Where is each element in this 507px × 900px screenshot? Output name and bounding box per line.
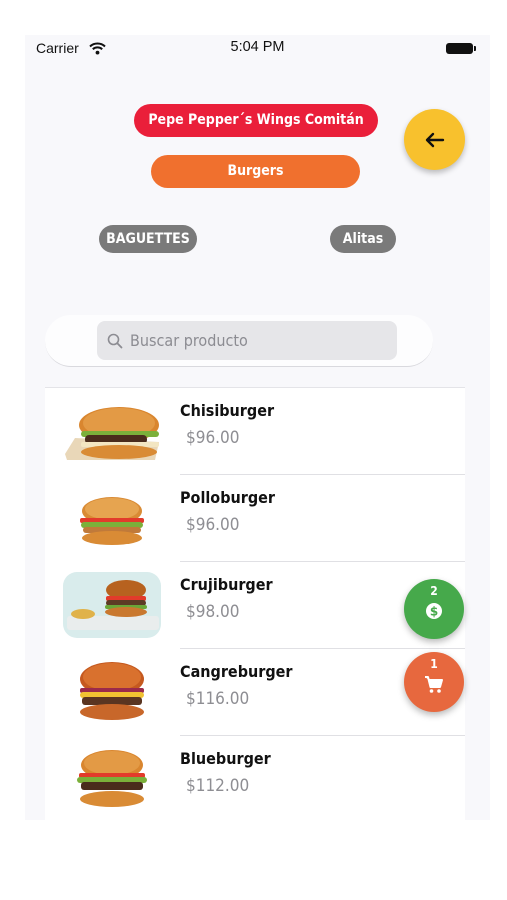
cart-count-badge: 1 <box>430 657 438 671</box>
clock: 5:04 PM <box>230 39 285 55</box>
product-list: Chisiburger $96.00 Polloburger $96.00 Cr… <box>45 387 465 820</box>
product-name: Crujiburger <box>180 575 273 594</box>
search-input[interactable]: Buscar producto <box>97 321 397 360</box>
product-price: $96.00 <box>186 515 240 535</box>
product-row[interactable]: Blueburger $112.00 <box>45 736 465 820</box>
search-placeholder: Buscar producto <box>130 331 248 350</box>
product-name: Blueburger <box>180 749 271 768</box>
cart-fab[interactable]: 1 <box>404 652 464 712</box>
app-screen: Carrier 5:04 PM Pepe Pepper´s Wings Comi… <box>25 35 490 820</box>
category-chip-alitas[interactable]: Alitas <box>330 225 396 253</box>
arrow-left-icon <box>425 132 444 147</box>
current-category-pill[interactable]: Burgers <box>151 155 360 188</box>
back-button[interactable] <box>404 109 465 170</box>
store-name-pill[interactable]: Pepe Pepper´s Wings Comitán <box>134 104 378 137</box>
product-price: $112.00 <box>186 776 250 796</box>
product-name: Cangreburger <box>180 662 293 681</box>
product-price: $98.00 <box>186 602 240 622</box>
product-image <box>80 662 144 720</box>
svg-text:$: $ <box>430 605 438 619</box>
cart-icon <box>425 676 443 693</box>
product-row[interactable]: Crujiburger $98.00 <box>45 562 465 649</box>
category-chip-baguettes[interactable]: BAGUETTES <box>99 225 197 253</box>
product-price: $116.00 <box>186 689 250 709</box>
battery-icon <box>446 43 476 54</box>
product-image <box>63 572 161 638</box>
product-name: Chisiburger <box>180 401 275 420</box>
search-icon <box>107 333 123 349</box>
product-row[interactable]: Polloburger $96.00 <box>45 475 465 562</box>
status-bar: Carrier 5:04 PM <box>25 35 490 61</box>
orders-count-badge: 2 <box>430 584 438 598</box>
search-bar: Buscar producto <box>45 315 433 367</box>
product-name: Polloburger <box>180 488 276 507</box>
product-price: $96.00 <box>186 428 240 448</box>
money-icon: $ <box>426 603 442 619</box>
product-row[interactable]: Chisiburger $96.00 <box>45 388 465 475</box>
product-image <box>80 497 144 545</box>
product-image <box>77 750 147 807</box>
product-row[interactable]: Cangreburger $116.00 <box>45 649 465 736</box>
product-image <box>65 407 159 460</box>
orders-fab[interactable]: 2 $ <box>404 579 464 639</box>
